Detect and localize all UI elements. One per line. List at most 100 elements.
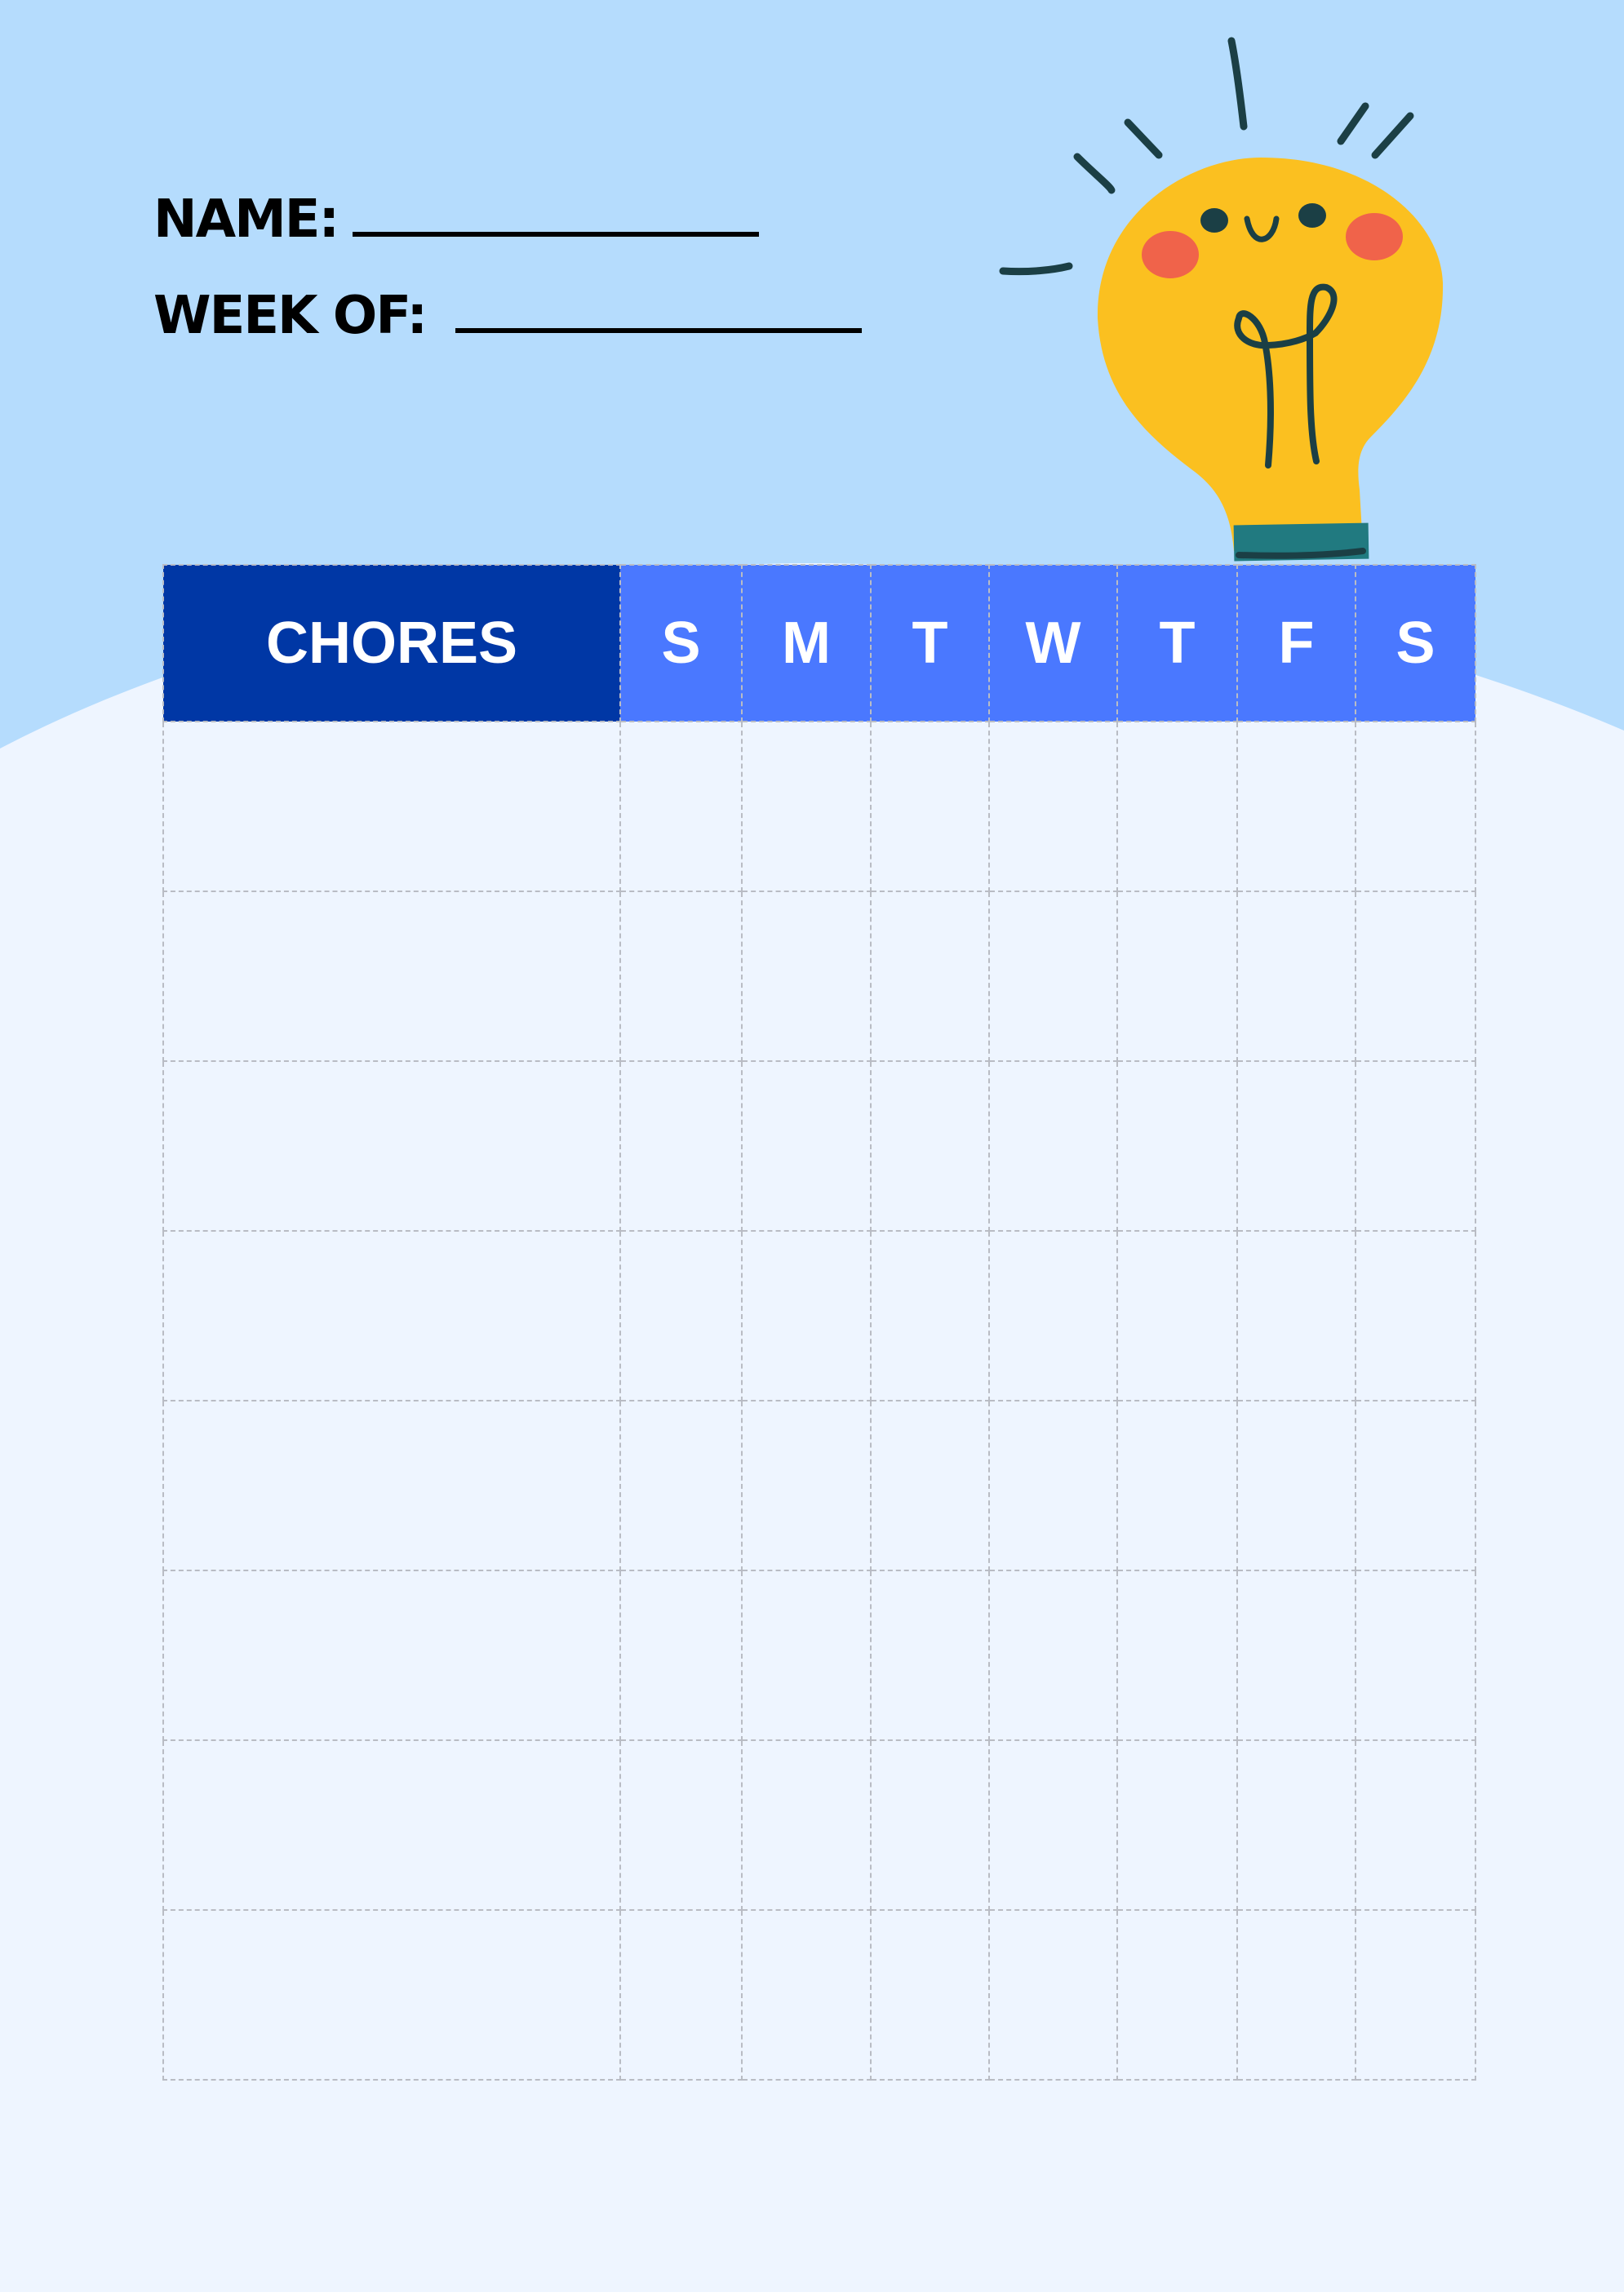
day-check-cell[interactable] [1355,1570,1476,1741]
day-check-cell[interactable] [1116,1060,1238,1232]
day-check-cell[interactable] [619,1570,743,1741]
day-check-cell[interactable] [870,1400,990,1571]
day-check-cell[interactable] [1355,1230,1476,1401]
day-check-cell[interactable] [1236,1909,1356,2081]
day-check-cell[interactable] [988,1739,1118,1911]
chore-row [162,1230,1476,1401]
day-check-cell[interactable] [870,1739,990,1911]
name-label: NAME: [153,189,339,250]
chore-row [162,1570,1476,1741]
day-check-cell[interactable] [619,721,743,892]
day-check-cell[interactable] [1236,1060,1356,1232]
day-check-cell[interactable] [619,1909,743,2081]
day-header-monday: M [741,564,872,722]
day-check-cell[interactable] [741,1060,872,1232]
day-check-cell[interactable] [1116,891,1238,1062]
day-check-cell[interactable] [988,1570,1118,1741]
chore-name-cell[interactable] [162,1060,621,1232]
chore-name-cell[interactable] [162,1230,621,1401]
day-check-cell[interactable] [1236,1739,1356,1911]
day-check-cell[interactable] [1236,721,1356,892]
day-check-cell[interactable] [1116,1909,1238,2081]
day-check-cell[interactable] [1236,1570,1356,1741]
day-check-cell[interactable] [1355,721,1476,892]
smiling-lightbulb-icon [999,37,1444,562]
day-check-cell[interactable] [1116,1739,1238,1911]
chore-name-cell[interactable] [162,1909,621,2081]
bulb-body [1097,158,1444,551]
ray-icon [1124,118,1163,159]
week-of-field: WEEK OF: [153,286,863,346]
chore-name-cell[interactable] [162,891,621,1062]
ray-icon [999,262,1073,276]
chore-row [162,1400,1476,1571]
right-cheek [1346,213,1403,260]
day-check-cell[interactable] [1236,1400,1356,1571]
day-check-cell[interactable] [619,891,743,1062]
day-check-cell[interactable] [1355,1909,1476,2081]
week-of-label: WEEK OF: [153,286,428,346]
day-check-cell[interactable] [619,1230,743,1401]
day-check-cell[interactable] [988,1230,1118,1401]
day-check-cell[interactable] [1116,721,1238,892]
day-check-cell[interactable] [988,1909,1118,2081]
day-check-cell[interactable] [1236,891,1356,1062]
chore-name-cell[interactable] [162,721,621,892]
day-check-cell[interactable] [870,1570,990,1741]
day-check-cell[interactable] [741,1570,872,1741]
header-row: CHORES S M T W T F S [162,564,1476,722]
day-check-cell[interactable] [870,1230,990,1401]
ray-icon [1371,112,1414,159]
day-check-cell[interactable] [1236,1230,1356,1401]
day-header-wednesday: W [988,564,1118,722]
day-header-tuesday: T [870,564,990,722]
day-check-cell[interactable] [741,1909,872,2081]
day-check-cell[interactable] [1355,891,1476,1062]
day-check-cell[interactable] [870,721,990,892]
chore-name-cell[interactable] [162,1739,621,1911]
day-header-thursday: T [1116,564,1238,722]
day-check-cell[interactable] [988,1060,1118,1232]
chore-chart-table: CHORES S M T W T F S [162,564,1476,2081]
ray-icon [1337,102,1369,145]
day-check-cell[interactable] [741,721,872,892]
ray-icon [1227,37,1248,131]
day-check-cell[interactable] [988,891,1118,1062]
day-check-cell[interactable] [1116,1570,1238,1741]
day-check-cell[interactable] [1116,1230,1238,1401]
day-check-cell[interactable] [619,1739,743,1911]
right-eye [1298,203,1326,228]
day-check-cell[interactable] [741,1739,872,1911]
ray-icon [1073,153,1116,194]
day-check-cell[interactable] [870,1909,990,2081]
name-input-line[interactable] [353,224,760,237]
day-check-cell[interactable] [870,891,990,1062]
day-header-saturday: S [1355,564,1476,722]
left-cheek [1142,231,1199,278]
day-check-cell[interactable] [741,1400,872,1571]
day-check-cell[interactable] [1355,1060,1476,1232]
day-check-cell[interactable] [988,721,1118,892]
week-of-input-line[interactable] [455,320,863,333]
chore-row [162,1739,1476,1911]
day-check-cell[interactable] [619,1400,743,1571]
chore-name-cell[interactable] [162,1570,621,1741]
day-check-cell[interactable] [741,891,872,1062]
day-check-cell[interactable] [1116,1400,1238,1571]
chore-row [162,721,1476,892]
name-field: NAME: [153,189,760,250]
chore-name-cell[interactable] [162,1400,621,1571]
day-check-cell[interactable] [1355,1739,1476,1911]
day-check-cell[interactable] [741,1230,872,1401]
day-check-cell[interactable] [870,1060,990,1232]
day-check-cell[interactable] [1355,1400,1476,1571]
day-check-cell[interactable] [988,1400,1118,1571]
chore-row [162,1060,1476,1232]
day-header-friday: F [1236,564,1356,722]
left-eye [1200,208,1228,233]
day-header-sunday: S [619,564,743,722]
chore-row [162,891,1476,1062]
chores-header: CHORES [162,564,621,722]
day-check-cell[interactable] [619,1060,743,1232]
chore-row [162,1909,1476,2081]
